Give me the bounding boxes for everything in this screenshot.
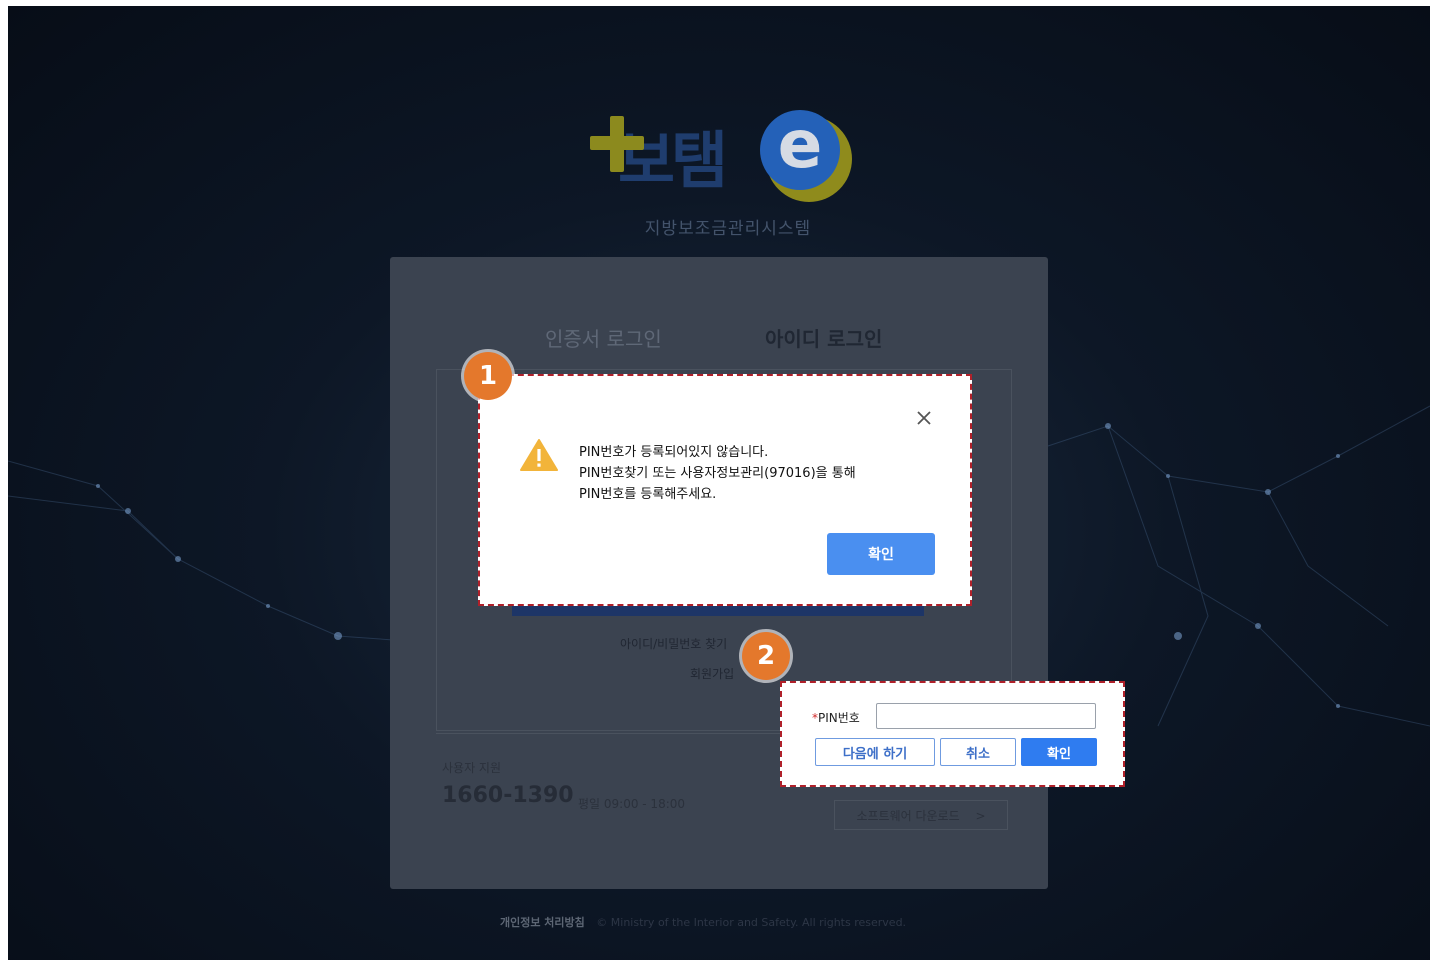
cancel-button[interactable]: 취소 — [940, 738, 1016, 766]
copyright-text: © Ministry of the Interior and Safety. A… — [596, 916, 907, 929]
tab-certificate-login[interactable]: 인증서 로그인 — [545, 323, 662, 352]
pin-label: *PIN번호 — [812, 709, 860, 726]
alert-message: PIN번호가 등록되어있지 않습니다. PIN번호찾기 또는 사용자정보관리(9… — [579, 442, 856, 505]
warning-icon — [520, 439, 558, 471]
support-label: 사용자 지원 — [442, 761, 502, 775]
step-badge-1: 1 — [464, 352, 512, 400]
logo-plus-horizontal — [590, 136, 644, 150]
alert-line: PIN번호가 등록되어있지 않습니다. — [579, 445, 769, 460]
support-hours: 평일 09:00 - 18:00 — [578, 797, 686, 811]
footer: 개인정보 처리방침 © Ministry of the Interior and… — [500, 914, 906, 930]
close-icon[interactable] — [914, 408, 934, 428]
alert-line: PIN번호찾기 또는 사용자정보관리(97016)을 통해 — [579, 466, 856, 481]
alert-ok-button[interactable]: 확인 — [827, 533, 935, 575]
logo-subtitle: 지방보조금관리시스템 — [644, 219, 812, 239]
pin-entry-dialog: *PIN번호 다음에 하기 취소 확인 — [780, 681, 1125, 787]
botaem-logo: e 보탬 — [588, 108, 868, 208]
pin-alert-dialog: PIN번호가 등록되어있지 않습니다. PIN번호찾기 또는 사용자정보관리(9… — [478, 374, 972, 606]
logo-e-mark: e — [760, 110, 840, 190]
pin-label-text: PIN번호 — [818, 711, 860, 725]
software-download-button[interactable]: 소프트웨어 다운로드 > — [834, 800, 1008, 830]
step-badge-2: 2 — [742, 632, 790, 680]
chevron-right-icon: > — [975, 809, 986, 823]
find-id-password-link[interactable]: 아이디/비밀번호 찾기 — [620, 635, 727, 652]
support-phone: 1660-1390 — [442, 783, 574, 808]
tab-id-login[interactable]: 아이디 로그인 — [765, 323, 882, 352]
confirm-button[interactable]: 확인 — [1021, 738, 1097, 766]
alert-line: PIN번호를 등록해주세요. — [579, 487, 717, 502]
logo-wordmark: 보탬 — [618, 124, 728, 197]
privacy-policy-link[interactable]: 개인정보 처리방침 — [500, 916, 585, 929]
pin-input[interactable] — [876, 703, 1096, 729]
later-button[interactable]: 다음에 하기 — [815, 738, 935, 766]
join-link[interactable]: 회원가입 — [690, 665, 734, 682]
download-label: 소프트웨어 다운로드 — [856, 809, 960, 823]
